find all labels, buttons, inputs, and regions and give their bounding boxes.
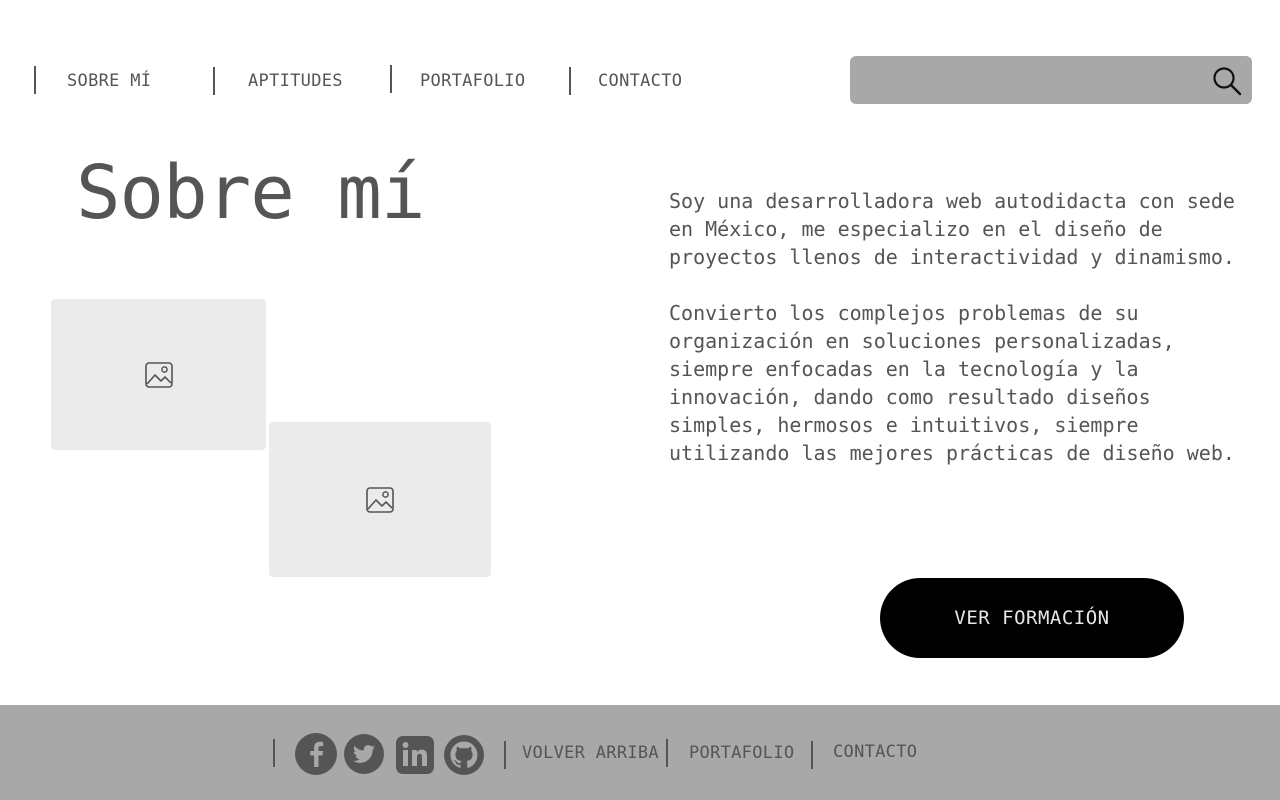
image-placeholder bbox=[51, 299, 266, 450]
footer: VOLVER ARRIBA PORTAFOLIO CONTACTO bbox=[0, 705, 1280, 800]
nav-item-sobre-mi[interactable]: SOBRE MÍ bbox=[67, 66, 151, 96]
footer-separator bbox=[811, 741, 813, 769]
twitter-link[interactable] bbox=[344, 734, 384, 774]
search-input[interactable] bbox=[850, 56, 1228, 104]
footer-separator bbox=[504, 741, 506, 769]
nav-item-label: PORTAFOLIO bbox=[420, 71, 526, 91]
image-icon bbox=[144, 361, 173, 388]
nav-separator bbox=[569, 67, 571, 95]
search-icon bbox=[1213, 67, 1242, 96]
linkedin-icon bbox=[396, 736, 434, 774]
about-text: Soy una desarrolladora web autodidacta c… bbox=[669, 187, 1239, 495]
nav-item-aptitudes[interactable]: APTITUDES bbox=[248, 66, 343, 96]
nav-item-contacto[interactable]: CONTACTO bbox=[598, 66, 682, 96]
search-bar bbox=[850, 56, 1252, 104]
twitter-icon bbox=[344, 734, 384, 774]
nav-separator bbox=[390, 65, 392, 93]
image-icon bbox=[366, 486, 394, 513]
about-paragraph: Convierto los complejos problemas de su … bbox=[669, 301, 1235, 465]
nav-item-label: SOBRE MÍ bbox=[67, 71, 152, 91]
footer-separator bbox=[666, 739, 668, 767]
nav-item-label: CONTACTO bbox=[598, 71, 683, 91]
image-placeholder bbox=[269, 422, 491, 577]
nav-item-portafolio[interactable]: PORTAFOLIO bbox=[420, 66, 525, 96]
nav-separator bbox=[34, 66, 36, 94]
page-title: Sobre mí bbox=[76, 150, 425, 236]
footer-link-portafolio[interactable]: PORTAFOLIO bbox=[689, 743, 794, 763]
facebook-link[interactable] bbox=[295, 733, 337, 775]
facebook-icon bbox=[295, 733, 337, 775]
linkedin-link[interactable] bbox=[396, 736, 434, 774]
about-paragraph: Soy una desarrolladora web autodidacta c… bbox=[669, 189, 1235, 269]
footer-link-volver-arriba[interactable]: VOLVER ARRIBA bbox=[522, 743, 659, 763]
ver-formacion-button[interactable]: VER FORMACIÓN bbox=[880, 578, 1184, 658]
footer-link-contacto[interactable]: CONTACTO bbox=[833, 742, 917, 762]
main-nav: SOBRE MÍ APTITUDES PORTAFOLIO CONTACTO bbox=[0, 56, 820, 104]
search-button[interactable] bbox=[1210, 64, 1244, 98]
nav-item-label: APTITUDES bbox=[248, 71, 343, 91]
github-link[interactable] bbox=[444, 735, 484, 775]
nav-separator bbox=[213, 67, 215, 95]
footer-separator bbox=[273, 739, 275, 767]
github-icon bbox=[444, 735, 484, 775]
